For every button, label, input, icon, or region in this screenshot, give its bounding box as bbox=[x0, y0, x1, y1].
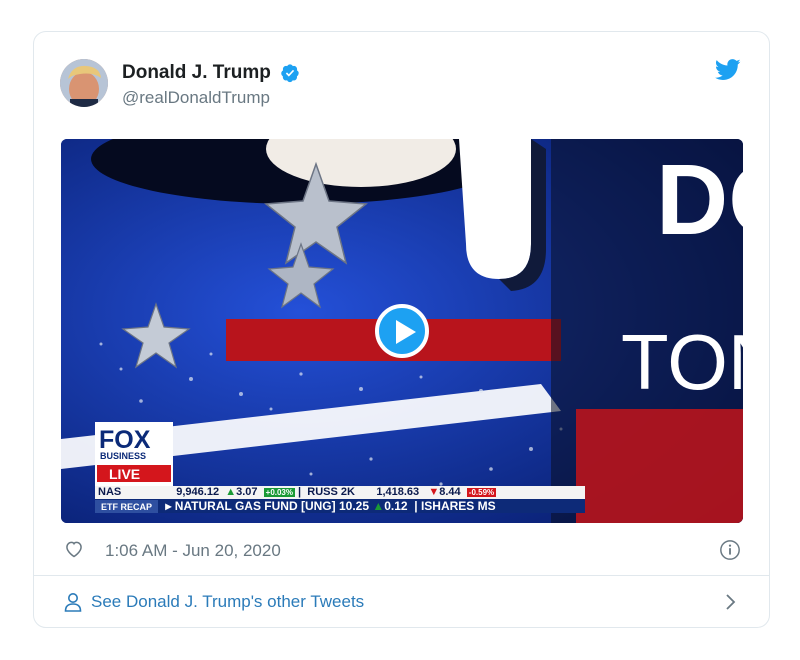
logo-live: LIVE bbox=[109, 466, 140, 482]
twitter-bird-icon[interactable] bbox=[714, 59, 741, 81]
heart-icon[interactable] bbox=[64, 539, 84, 559]
chevron-right-icon bbox=[725, 592, 737, 612]
ticker-russ-label: RUSS 2K bbox=[307, 486, 355, 498]
ticker-top: NAS 9,946.12 ▲3.07 +0.03% | RUSS 2K 1,41… bbox=[95, 486, 585, 499]
ticker-arrow-icon: ▸ bbox=[165, 499, 172, 513]
play-button[interactable] bbox=[375, 304, 429, 358]
person-icon bbox=[64, 592, 82, 612]
info-icon[interactable] bbox=[719, 539, 741, 561]
other-tweets-label[interactable]: See Donald J. Trump's other Tweets bbox=[91, 592, 364, 612]
ticker-nas-change: 3.07 bbox=[236, 486, 258, 498]
up-arrow-icon: ▲ bbox=[372, 499, 385, 513]
author-names[interactable]: Donald J. Trump @realDonaldTrump bbox=[122, 62, 300, 108]
ticker-nas-label: NAS bbox=[98, 486, 122, 498]
ticker-russ-value: 1,418.63 bbox=[376, 486, 420, 498]
ticker-price: 10.25 bbox=[338, 499, 370, 513]
ticker-nas-value: 9,946.12 bbox=[176, 486, 220, 498]
set-text-2: TON bbox=[621, 318, 743, 406]
down-arrow-icon: ▼ bbox=[428, 486, 440, 498]
logo-line1: FOX bbox=[99, 426, 151, 454]
handle[interactable]: @realDonaldTrump bbox=[122, 88, 300, 108]
up-arrow-icon: ▲ bbox=[225, 486, 237, 498]
ticker-nas-pct: +0.03% bbox=[263, 488, 295, 497]
fox-business-logo: FOX BUSINESS LIVE bbox=[95, 422, 173, 486]
display-name[interactable]: Donald J. Trump bbox=[122, 62, 271, 84]
ticker-section: ETF RECAP bbox=[95, 500, 159, 513]
set-text-1: DO bbox=[656, 144, 743, 256]
logo-line2: BUSINESS bbox=[100, 451, 146, 461]
video-player[interactable]: DO TON FOX BUSINESS LIVE NAS 9,946.12 ▲ bbox=[61, 139, 743, 523]
ticker-russ-pct: -0.59% bbox=[466, 488, 497, 497]
tweet-card: Donald J. Trump @realDonaldTrump D TO FO… bbox=[33, 31, 770, 628]
avatar[interactable] bbox=[60, 59, 108, 107]
divider bbox=[34, 575, 769, 576]
play-icon bbox=[396, 320, 416, 344]
ticker-next: ISHARES MS bbox=[420, 499, 496, 513]
ticker-russ-change: 8.44 bbox=[439, 486, 461, 498]
other-tweets-link[interactable]: See Donald J. Trump's other Tweets bbox=[64, 588, 741, 618]
ticker-change: 0.12 bbox=[384, 499, 408, 513]
tweet-meta: 1:06 AM - Jun 20, 2020 bbox=[64, 537, 741, 563]
ticker-item: NATURAL GAS FUND bbox=[174, 499, 298, 513]
tweet-timestamp[interactable]: 1:06 AM - Jun 20, 2020 bbox=[105, 541, 281, 561]
tweet-header: Donald J. Trump @realDonaldTrump bbox=[60, 56, 743, 112]
ticker-symbol: UNG bbox=[304, 499, 332, 513]
verified-badge-icon bbox=[280, 63, 300, 83]
ticker-bottom: ETF RECAP ▸ NATURAL GAS FUND [UNG] 10.25… bbox=[95, 499, 585, 513]
